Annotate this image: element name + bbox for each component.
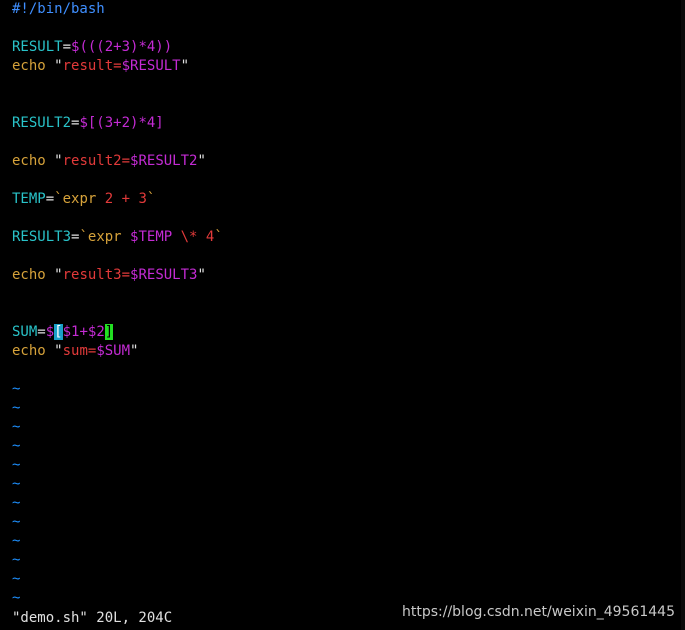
code-token: $(((2+3)*4)) xyxy=(71,39,173,55)
code-line[interactable]: SUM=$[$1+$2] xyxy=(12,323,679,342)
code-line[interactable] xyxy=(12,304,679,323)
code-token: 2 + 3 xyxy=(104,191,147,207)
code-token: " xyxy=(54,58,63,74)
code-line[interactable] xyxy=(12,209,679,228)
code-token: ` xyxy=(146,191,156,207)
empty-line-tilde: ~ xyxy=(12,514,21,530)
code-token: RESULT2 xyxy=(12,115,72,131)
empty-line-tilde: ~ xyxy=(12,476,21,492)
empty-line-tilde: ~ xyxy=(12,438,21,454)
code-line[interactable]: RESULT=$(((2+3)*4)) xyxy=(12,38,679,57)
watermark-url: https://blog.csdn.net/weixin_49561445 xyxy=(401,604,675,620)
code-token: " xyxy=(54,343,63,359)
terminal-window[interactable]: #!/bin/bash RESULT=$(((2+3)*4)) echo "res… xyxy=(0,0,685,630)
code-token: " xyxy=(180,58,190,74)
code-token: ` xyxy=(214,229,223,245)
code-line[interactable]: RESULT3=`expr $TEMP \* 4` xyxy=(12,228,679,247)
code-token: RESULT xyxy=(12,39,63,55)
code-token: = xyxy=(37,324,46,340)
code-token: #!/bin/bash xyxy=(12,1,105,17)
code-token: = xyxy=(62,39,72,55)
empty-line-tilde: ~ xyxy=(12,495,21,511)
code-line[interactable] xyxy=(12,133,679,152)
code-token: $[(3+2)*4] xyxy=(79,115,164,131)
code-line[interactable] xyxy=(12,95,679,114)
code-token: SUM xyxy=(12,324,38,340)
code-token: $TEMP xyxy=(130,229,173,245)
code-token: " xyxy=(54,153,63,169)
code-token: result= xyxy=(62,58,122,74)
code-line[interactable] xyxy=(12,19,679,38)
code-token: ` xyxy=(54,191,63,207)
code-token: $ xyxy=(45,324,55,340)
code-line[interactable]: echo "result2=$RESULT2" xyxy=(12,152,679,171)
code-token: echo xyxy=(12,58,55,74)
code-token: sum= xyxy=(62,343,97,359)
empty-line-tilde: ~ xyxy=(12,457,21,473)
code-line[interactable] xyxy=(12,285,679,304)
empty-line-tilde: ~ xyxy=(12,381,21,397)
code-token: ` xyxy=(79,229,88,245)
code-token: " xyxy=(54,267,63,283)
empty-line-tilde: ~ xyxy=(12,533,21,549)
code-token: result2= xyxy=(62,153,131,169)
code-token: $SUM xyxy=(96,343,131,359)
code-line[interactable]: RESULT2=$[(3+2)*4] xyxy=(12,114,679,133)
empty-line-tilde: ~ xyxy=(12,552,21,568)
code-line[interactable]: TEMP=`expr 2 + 3` xyxy=(12,190,679,209)
code-token: echo xyxy=(12,153,55,169)
code-token: " xyxy=(197,153,206,169)
code-token: expr xyxy=(87,229,131,245)
editor-buffer[interactable]: #!/bin/bash RESULT=$(((2+3)*4)) echo "res… xyxy=(12,0,679,608)
bracket-match-highlight: [ xyxy=(54,324,63,340)
code-line[interactable] xyxy=(12,171,679,190)
code-token: \* 4 xyxy=(172,229,215,245)
code-token: " xyxy=(130,343,139,359)
code-token: result3= xyxy=(62,267,131,283)
window-edge xyxy=(681,0,685,630)
code-line[interactable]: echo "sum=$SUM" xyxy=(12,342,679,361)
code-token: echo xyxy=(12,267,55,283)
code-token: = xyxy=(45,191,55,207)
empty-line-tilde: ~ xyxy=(12,419,21,435)
code-line[interactable] xyxy=(12,361,679,380)
empty-line-tilde: ~ xyxy=(12,400,21,416)
code-token: $RESULT3 xyxy=(130,267,198,283)
code-token: $1+$2 xyxy=(62,324,105,340)
code-line[interactable]: echo "result=$RESULT" xyxy=(12,57,679,76)
vim-status-line: "demo.sh" 20L, 204C xyxy=(12,610,173,626)
code-token: expr xyxy=(62,191,105,207)
code-token: $RESULT xyxy=(121,58,181,74)
code-line[interactable] xyxy=(12,247,679,266)
code-token: $RESULT2 xyxy=(130,153,198,169)
code-line[interactable]: #!/bin/bash xyxy=(12,0,679,19)
code-token: TEMP xyxy=(12,191,46,207)
empty-line-tilde: ~ xyxy=(12,571,21,587)
code-line[interactable] xyxy=(12,76,679,95)
code-line[interactable]: echo "result3=$RESULT3" xyxy=(12,266,679,285)
bracket-match-highlight: ] xyxy=(104,324,114,340)
code-token: " xyxy=(197,267,206,283)
code-token: RESULT3 xyxy=(12,229,72,245)
code-token: echo xyxy=(12,343,55,359)
